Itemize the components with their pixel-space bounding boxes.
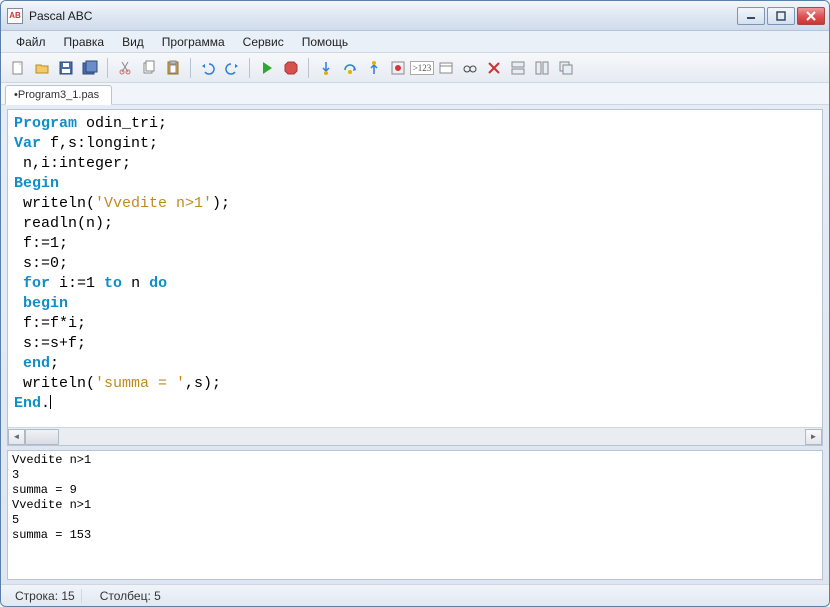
close-button[interactable] [797,7,825,25]
code-editor[interactable]: Program odin_tri;Var f,s:longint; n,i:in… [8,110,822,427]
editor-pane: Program odin_tri;Var f,s:longint; n,i:in… [7,109,823,446]
goto-line-icon[interactable]: >123 [411,57,433,79]
code-line[interactable]: s:=s+f; [14,334,818,354]
menu-вид[interactable]: Вид [113,33,153,51]
status-column: Столбец: 5 [94,589,167,603]
cut-icon[interactable] [114,57,136,79]
editor-hscrollbar[interactable]: ◄ ► [8,427,822,445]
code-line[interactable]: Begin [14,174,818,194]
maximize-button[interactable] [767,7,795,25]
save-all-icon[interactable] [79,57,101,79]
close-output-icon[interactable] [483,57,505,79]
step-out-icon[interactable] [363,57,385,79]
menubar: ФайлПравкаВидПрограммаСервисПомощь [1,31,829,53]
tile-v-icon[interactable] [531,57,553,79]
toolbar-separator [249,58,250,78]
glasses-icon[interactable] [459,57,481,79]
window-controls [737,7,825,25]
code-line[interactable]: writeln('Vvedite n>1'); [14,194,818,214]
step-into-icon[interactable] [315,57,337,79]
redo-icon[interactable] [221,57,243,79]
menu-правка[interactable]: Правка [55,33,114,51]
code-line[interactable]: Var f,s:longint; [14,134,818,154]
step-over-icon[interactable] [339,57,361,79]
tab-file[interactable]: •Program3_1.pas [5,85,112,105]
code-line[interactable]: n,i:integer; [14,154,818,174]
code-line[interactable]: s:=0; [14,254,818,274]
run-icon[interactable] [256,57,278,79]
statusbar: Строка: 15 Столбец: 5 [1,584,829,606]
status-line: Строка: 15 [9,589,82,603]
code-line[interactable]: writeln('summa = ',s); [14,374,818,394]
code-line[interactable]: for i:=1 to n do [14,274,818,294]
scroll-thumb[interactable] [25,429,59,445]
scroll-left-icon[interactable]: ◄ [8,429,25,445]
window-title: Pascal ABC [29,9,737,23]
code-line[interactable]: f:=f*i; [14,314,818,334]
scroll-track[interactable] [25,429,805,445]
titlebar[interactable]: AB Pascal ABC [1,1,829,31]
toolbar-separator [107,58,108,78]
scroll-right-icon[interactable]: ► [805,429,822,445]
copy-icon[interactable] [138,57,160,79]
undo-icon[interactable] [197,57,219,79]
menu-сервис[interactable]: Сервис [234,33,293,51]
cascade-icon[interactable] [555,57,577,79]
menu-программа[interactable]: Программа [153,33,234,51]
code-line[interactable]: End. [14,394,818,414]
window-icon[interactable] [435,57,457,79]
menu-помощь[interactable]: Помощь [293,33,357,51]
caret [50,395,51,409]
menu-файл[interactable]: Файл [7,33,55,51]
new-file-icon[interactable] [7,57,29,79]
open-file-icon[interactable] [31,57,53,79]
code-line[interactable]: f:=1; [14,234,818,254]
output-pane[interactable]: Vvedite n>1 3 summa = 9 Vvedite n>1 5 su… [7,450,823,580]
tile-h-icon[interactable] [507,57,529,79]
toolbar-separator [190,58,191,78]
code-line[interactable]: end; [14,354,818,374]
app-window: AB Pascal ABC ФайлПравкаВидПрограммаСерв… [0,0,830,607]
breakpoint-icon[interactable] [387,57,409,79]
toolbar-separator [308,58,309,78]
code-line[interactable]: begin [14,294,818,314]
paste-icon[interactable] [162,57,184,79]
stop-icon[interactable] [280,57,302,79]
app-icon: AB [7,8,23,24]
code-line[interactable]: Program odin_tri; [14,114,818,134]
code-line[interactable]: readln(n); [14,214,818,234]
tabstrip: •Program3_1.pas [1,83,829,105]
minimize-button[interactable] [737,7,765,25]
toolbar: >123 [1,53,829,83]
client-area: Program odin_tri;Var f,s:longint; n,i:in… [7,109,823,580]
save-icon[interactable] [55,57,77,79]
